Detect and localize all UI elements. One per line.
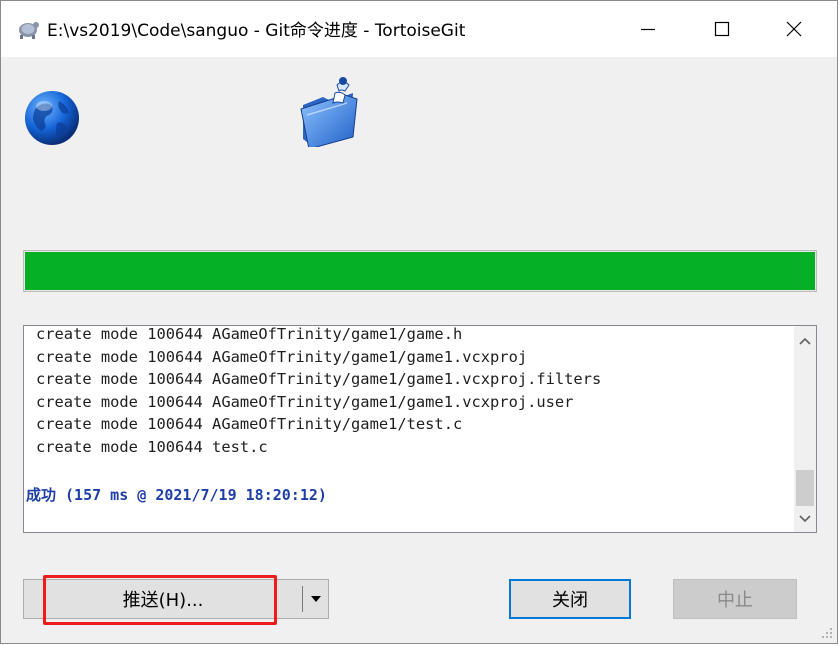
maximize-button[interactable] bbox=[687, 1, 757, 57]
log-line: create mode 100644 AGameOfTrinity/game1/… bbox=[36, 325, 463, 343]
push-button[interactable]: 推送(H)... bbox=[24, 580, 302, 618]
vertical-scrollbar[interactable] bbox=[794, 326, 816, 532]
progress-fill bbox=[25, 252, 815, 290]
chevron-up-icon bbox=[799, 337, 811, 345]
close-window-button[interactable] bbox=[759, 1, 829, 57]
globe-icon bbox=[25, 91, 79, 145]
progress-bar bbox=[23, 250, 817, 292]
scroll-down-button[interactable] bbox=[794, 508, 816, 530]
scroll-up-button[interactable] bbox=[794, 330, 816, 352]
push-dropdown-button[interactable] bbox=[303, 580, 328, 618]
folder-icon bbox=[300, 77, 358, 147]
chevron-down-icon bbox=[799, 515, 811, 523]
close-icon bbox=[786, 21, 802, 37]
log-line: create mode 100644 AGameOfTrinity/game1/… bbox=[36, 370, 602, 388]
window-title: E:\vs2019\Code\sanguo - Git命令进度 - Tortoi… bbox=[47, 21, 466, 41]
minimize-icon bbox=[641, 28, 655, 31]
tortoise-icon bbox=[19, 22, 39, 39]
scrollbar-thumb[interactable] bbox=[796, 470, 814, 506]
log-line: create mode 100644 AGameOfTrinity/game1/… bbox=[36, 347, 528, 366]
abort-button: 中止 bbox=[673, 579, 797, 619]
log-line: create mode 100644 AGameOfTrinity/game1/… bbox=[36, 415, 463, 433]
log-lines: create mode 100644 AGameOfTrinity/game1/… bbox=[36, 325, 602, 458]
output-log[interactable]: create mode 100644 AGameOfTrinity/game1/… bbox=[23, 325, 817, 533]
log-line: create mode 100644 test.c bbox=[36, 437, 268, 456]
close-button[interactable]: 关闭 bbox=[509, 579, 631, 619]
maximize-icon bbox=[714, 21, 730, 37]
title-bar[interactable]: E:\vs2019\Code\sanguo - Git命令进度 - Tortoi… bbox=[1, 1, 837, 57]
caret-down-icon bbox=[310, 596, 321, 602]
tortoisegit-progress-window: E:\vs2019\Code\sanguo - Git命令进度 - Tortoi… bbox=[0, 0, 838, 644]
success-message: 成功 (157 ms @ 2021/7/19 18:20:12) bbox=[26, 486, 327, 504]
minimize-button[interactable] bbox=[613, 1, 683, 57]
push-split-button[interactable]: 推送(H)... bbox=[23, 579, 329, 619]
resize-grip-icon[interactable] bbox=[821, 627, 833, 639]
log-line: create mode 100644 AGameOfTrinity/game1/… bbox=[36, 392, 574, 411]
